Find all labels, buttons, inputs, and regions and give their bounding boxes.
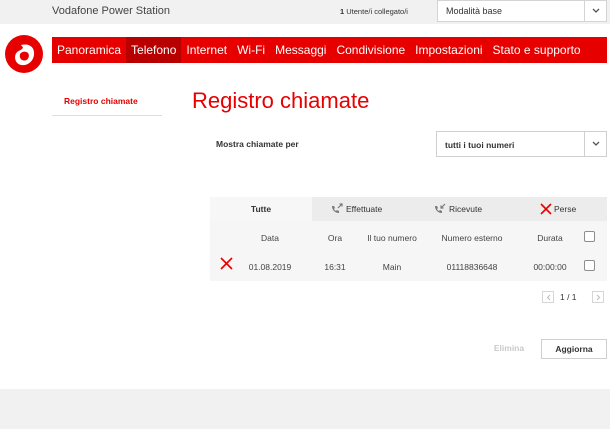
tab-effettuate-label: Effettuate [346, 204, 383, 214]
mode-select-value: Modalità base [446, 6, 503, 16]
top-bar: Vodafone Power Station 1 Utente/i colleg… [0, 0, 610, 24]
prev-page-button[interactable] [542, 291, 554, 303]
footer [0, 389, 610, 429]
refresh-button[interactable]: Aggiorna [541, 339, 607, 359]
nav-impostazioni[interactable]: Impostazioni [410, 37, 487, 63]
tab-ricevute-label: Ricevute [449, 204, 483, 214]
header-durata: Durata [537, 233, 563, 243]
chevron-down-icon[interactable] [584, 1, 606, 21]
row-duration: 00:00:00 [533, 262, 567, 272]
header-numero-esterno: Numero esterno [441, 233, 503, 243]
next-page-button[interactable] [592, 291, 604, 303]
tab-ricevute[interactable]: Ricevute [433, 197, 482, 221]
tab-perse-label: Perse [554, 204, 577, 214]
calls-table [210, 221, 607, 281]
brand-name: Vodafone Power Station [52, 5, 171, 17]
header-il-tuo-numero: Il tuo numero [367, 233, 417, 243]
nav-panoramica[interactable]: Panoramica [52, 37, 126, 63]
connected-users-count: 1 [340, 7, 345, 16]
chevron-down-icon[interactable] [584, 132, 606, 156]
mode-select[interactable]: Modalità base [437, 0, 607, 22]
nav-condivisione[interactable]: Condivisione [331, 37, 410, 63]
missed-call-icon [540, 203, 552, 215]
row-date: 01.08.2019 [248, 262, 292, 272]
row-external-number: 01118836648 [446, 262, 498, 272]
header-data: Data [261, 233, 279, 243]
sidebar-divider [52, 115, 162, 116]
tab-perse[interactable]: Perse [540, 197, 576, 221]
connected-users-label: Utente/i collegato/i [346, 7, 408, 16]
number-select-value: tutti i tuoi numeri [445, 140, 515, 150]
vodafone-logo-icon[interactable] [4, 34, 44, 74]
header-ora: Ora [327, 233, 343, 243]
outgoing-call-icon [332, 203, 343, 213]
nav-telefono[interactable]: Telefono [126, 37, 182, 63]
filter-label: Mostra chiamate per [216, 139, 299, 149]
row-checkbox[interactable] [584, 260, 595, 271]
tab-effettuate[interactable]: Effettuate [330, 197, 382, 221]
select-all-checkbox[interactable] [584, 231, 595, 242]
page-title: Registro chiamate [192, 88, 370, 113]
page-indicator: 1 / 1 [560, 292, 577, 302]
nav-internet[interactable]: Internet [181, 37, 232, 63]
incoming-call-icon [435, 203, 446, 213]
number-select[interactable]: tutti i tuoi numeri [436, 131, 607, 157]
row-time: 16:31 [324, 262, 346, 272]
main-nav: Panoramica Telefono Internet Wi-Fi Messa… [52, 37, 607, 63]
missed-call-icon [220, 257, 233, 270]
delete-button[interactable]: Elimina [480, 339, 538, 359]
row-my-number: Main [382, 262, 402, 272]
nav-stato-supporto[interactable]: Stato e supporto [488, 37, 586, 63]
nav-messaggi[interactable]: Messaggi [270, 37, 331, 63]
nav-wifi[interactable]: Wi-Fi [232, 37, 270, 63]
connected-users: 1 Utente/i collegato/i [340, 7, 408, 16]
tab-tutte[interactable]: Tutte [210, 197, 312, 221]
sidebar-item-registro-chiamate[interactable]: Registro chiamate [64, 96, 138, 106]
